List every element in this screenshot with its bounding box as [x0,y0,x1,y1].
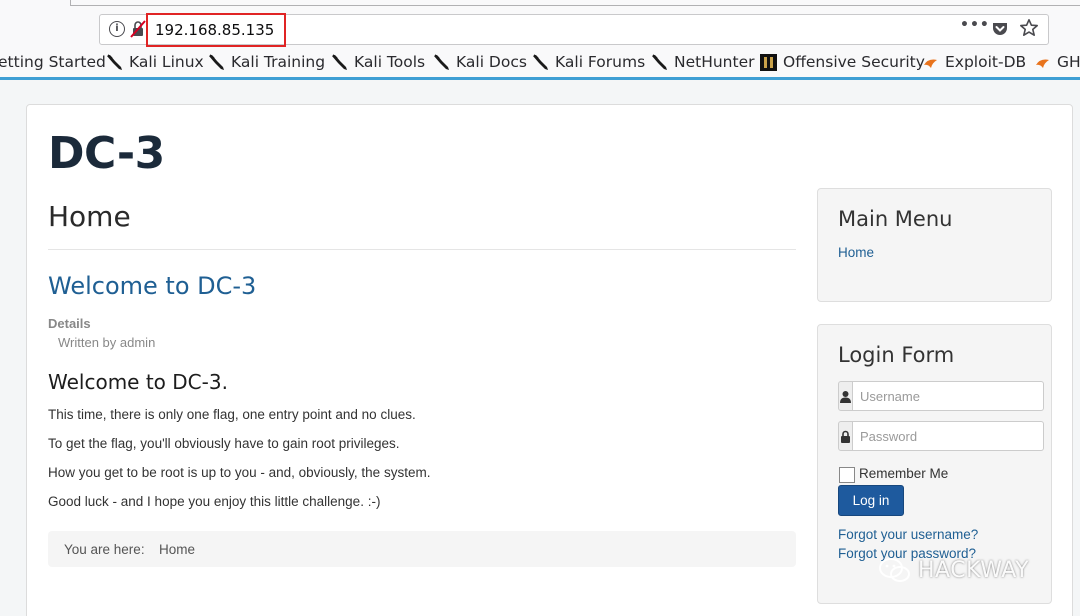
bookmark-nethunter[interactable]: NetHunter [651,53,755,71]
bookmark-label: Kali Forums [555,53,646,71]
wechat-icon [879,558,910,582]
kali-dragon-icon [433,53,450,71]
article-paragraph: Good luck - and I hope you enjoy this li… [48,494,381,509]
tab-strip-edge [70,0,1080,6]
main-menu-title: Main Menu [838,207,953,231]
user-icon [838,381,853,411]
article-subtitle: Welcome to DC-3. [48,370,228,394]
remember-me-label: Remember Me [859,465,949,481]
info-icon[interactable]: i [109,21,125,37]
username-input-group [838,381,1044,411]
watermark-text: HACKWAY [918,557,1030,583]
bookmark-gh[interactable]: GH [1034,53,1080,71]
page-heading: Home [48,200,131,233]
url-highlight-box [146,13,286,47]
article-author: Written by admin [58,335,156,350]
bookmark-label: Exploit-DB [945,53,1027,71]
breadcrumb-item-home: Home [159,542,196,557]
bookmark-label: NetHunter [674,53,755,71]
kali-dragon-icon [331,53,348,71]
page-actions-menu-icon[interactable]: ••• [960,17,990,33]
password-input-group [838,421,1044,451]
bookmark-label: Kali Docs [456,53,527,71]
bookmark-kali-docs[interactable]: Kali Docs [433,53,527,71]
exploitdb-icon [1034,54,1051,71]
insecure-lock-icon[interactable] [130,20,146,38]
site-title[interactable]: DC-3 [48,128,165,179]
remember-me-checkbox[interactable] [839,467,855,483]
bookmark-kali-forums[interactable]: Kali Forums [532,53,645,71]
article-paragraph: How you get to be root is up to you - an… [48,465,431,480]
pocket-icon[interactable] [991,20,1009,38]
kali-dragon-icon [106,53,123,71]
bookmark-offensive-security[interactable]: Offensive Security [760,53,925,71]
password-input[interactable] [853,421,1044,451]
bookmark-label: etting Started [0,53,106,71]
bookmark-label: Kali Linux [129,53,204,71]
bookmark-getting-started[interactable]: etting Started [0,53,106,71]
bookmark-label: Kali Tools [354,53,426,71]
offsec-icon [760,53,777,71]
kali-dragon-icon [208,53,225,71]
article-title-link[interactable]: Welcome to DC-3 [48,272,256,300]
remember-me[interactable]: Remember Me [839,463,948,483]
forgot-username-link[interactable]: Forgot your username? [838,527,978,542]
bookmark-kali-tools[interactable]: Kali Tools [331,53,425,71]
article-paragraph: This time, there is only one flag, one e… [48,407,416,422]
article-paragraph: To get the flag, you'll obviously have t… [48,436,400,451]
breadcrumb-label: You are here: [64,542,145,557]
login-form-title: Login Form [838,343,955,367]
kali-dragon-icon [651,53,668,71]
lock-icon [838,421,853,451]
bookmark-exploit-db[interactable]: Exploit-DB [922,53,1026,71]
article-details-label: Details [48,316,91,331]
bookmarks-toolbar: etting Started Kali Linux Kali Training … [0,47,1080,80]
bookmark-label: Offensive Security [783,53,925,71]
heading-divider [48,249,796,250]
kali-dragon-icon [532,53,549,71]
bookmark-label: GH [1057,53,1080,71]
breadcrumb: You are here: Home [48,531,796,567]
bookmark-kali-training[interactable]: Kali Training [208,53,325,71]
username-input[interactable] [853,381,1044,411]
bookmark-star-icon[interactable] [1019,18,1039,38]
watermark: HACKWAY [878,556,1029,584]
exploitdb-icon [922,54,939,71]
login-button[interactable]: Log in [838,485,904,516]
main-menu-item-home[interactable]: Home [838,245,874,260]
bookmark-label: Kali Training [231,53,326,71]
bookmark-kali-linux[interactable]: Kali Linux [106,53,204,71]
